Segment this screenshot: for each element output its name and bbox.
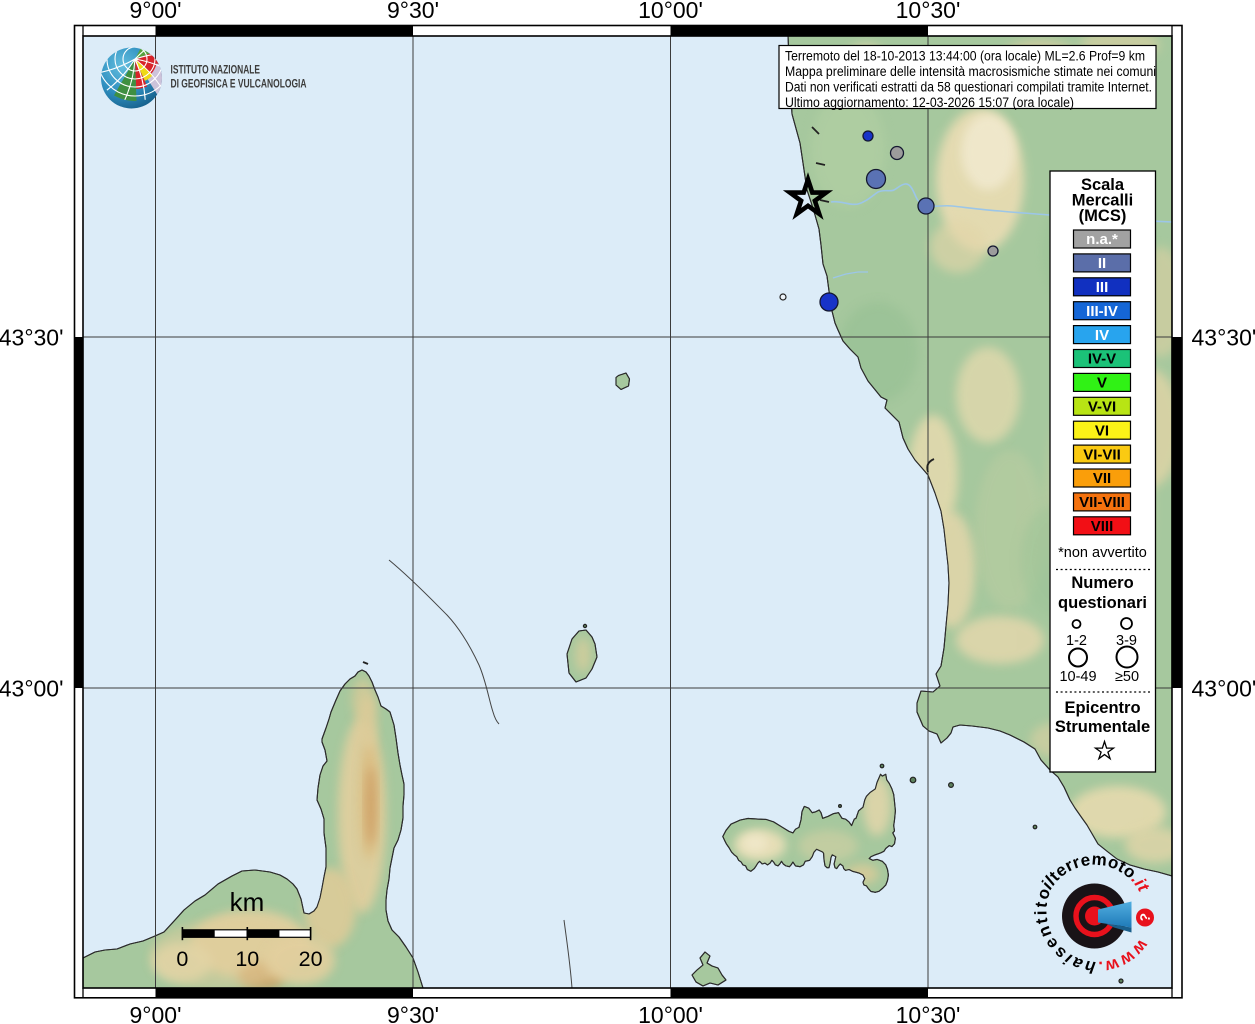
svg-text:9°00': 9°00': [130, 0, 182, 23]
svg-text:VII: VII: [1093, 470, 1111, 487]
svg-text:≥50: ≥50: [1115, 669, 1139, 685]
svg-text:VII-VIII: VII-VIII: [1079, 494, 1125, 511]
svg-text:20: 20: [299, 947, 323, 971]
svg-text:VI: VI: [1095, 422, 1109, 439]
svg-text:Strumentale: Strumentale: [1055, 718, 1150, 736]
svg-text:43°00': 43°00': [0, 675, 64, 701]
svg-text:1-2: 1-2: [1066, 633, 1087, 649]
svg-text:9°30': 9°30': [387, 0, 439, 23]
svg-text:10-49: 10-49: [1059, 669, 1096, 685]
svg-text:Numero: Numero: [1071, 574, 1133, 592]
svg-text:10°00': 10°00': [638, 1002, 703, 1024]
svg-text:Mappa preliminare delle intens: Mappa preliminare delle intensità macros…: [785, 64, 1156, 80]
svg-text:DI GEOFISICA E VULCANOLOGIA: DI GEOFISICA E VULCANOLOGIA: [171, 79, 307, 91]
svg-text:10: 10: [235, 947, 259, 971]
svg-text:VIII: VIII: [1091, 518, 1114, 535]
svg-text:IV-V: IV-V: [1088, 351, 1116, 368]
svg-text:Terremoto del 18-10-2013 13:44: Terremoto del 18-10-2013 13:44:00 (ora l…: [785, 49, 1145, 65]
svg-text:10°30': 10°30': [896, 1002, 961, 1024]
svg-text:Ultimo aggiornamento: 12-03-20: Ultimo aggiornamento: 12-03-2026 15:07 (…: [785, 95, 1074, 111]
svg-text:43°30': 43°30': [1192, 324, 1255, 350]
svg-text:9°30': 9°30': [387, 1002, 439, 1024]
svg-text:43°00': 43°00': [1192, 675, 1255, 701]
svg-text:ISTITUTO NAZIONALE: ISTITUTO NAZIONALE: [171, 65, 261, 77]
svg-text:n.a.*: n.a.*: [1086, 231, 1118, 248]
svg-text:VI-VII: VI-VII: [1083, 446, 1121, 463]
svg-text:V-VI: V-VI: [1088, 399, 1116, 416]
svg-text:Epicentro: Epicentro: [1064, 699, 1140, 717]
svg-text:0: 0: [176, 947, 188, 971]
svg-text:43°30': 43°30': [0, 324, 64, 350]
svg-text:III: III: [1096, 279, 1109, 296]
svg-text:9°00': 9°00': [130, 1002, 182, 1024]
svg-text:10°00': 10°00': [638, 0, 703, 23]
svg-text:Dati non verificati estratti d: Dati non verificati estratti da 58 quest…: [785, 80, 1152, 96]
svg-text:questionari: questionari: [1058, 594, 1147, 612]
svg-text:(MCS): (MCS): [1079, 207, 1127, 225]
svg-text:*non avvertito: *non avvertito: [1058, 545, 1147, 561]
svg-text:km: km: [230, 887, 265, 917]
svg-text:V: V: [1097, 375, 1107, 392]
svg-text:III-IV: III-IV: [1086, 303, 1118, 320]
svg-text:IV: IV: [1095, 327, 1109, 344]
svg-text:II: II: [1098, 255, 1106, 272]
svg-text:10°30': 10°30': [896, 0, 961, 23]
